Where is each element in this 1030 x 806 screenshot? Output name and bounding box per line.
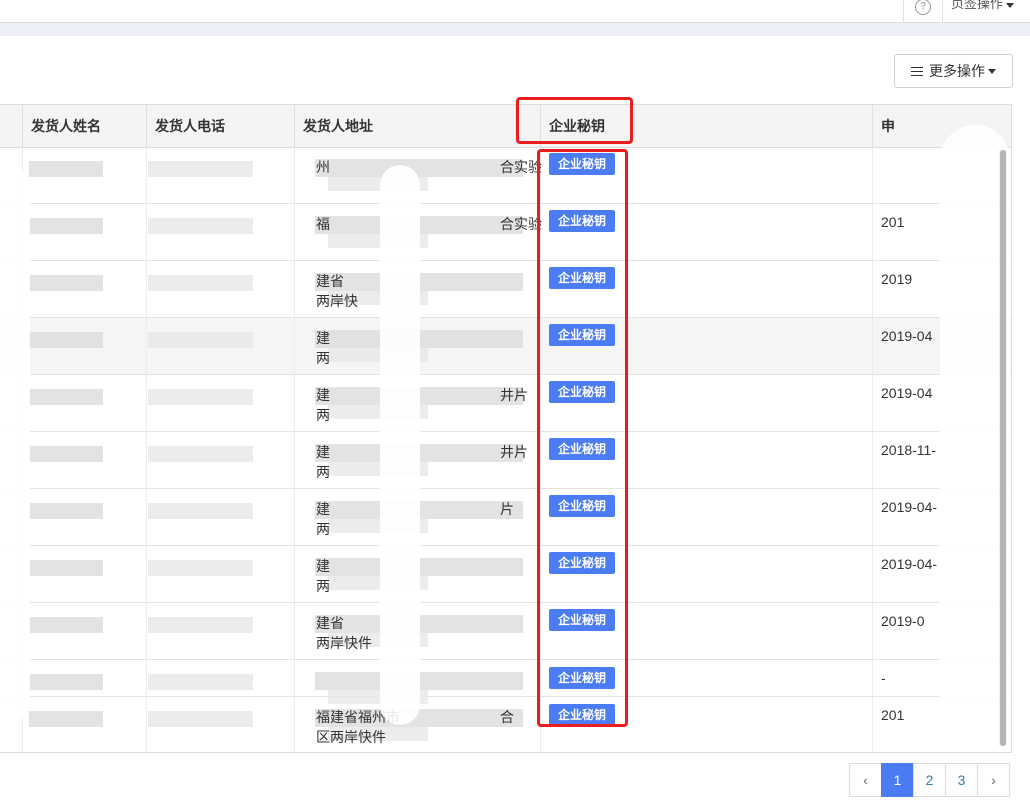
redacted-phone [148, 503, 253, 519]
table-row[interactable]: 建两 2019-04- 企业秘钥 [0, 546, 1011, 603]
table-row[interactable]: 建两 2019-04 企业秘钥 [0, 318, 1011, 375]
more-actions-label: 更多操作 [929, 63, 985, 79]
chevron-down-icon [988, 68, 996, 74]
sender-address-line1-end: 井片 [500, 444, 528, 460]
table-row[interactable]: 建省 两岸快件 2019-0 企业秘钥 [0, 603, 1011, 660]
chevron-down-icon [1006, 3, 1015, 8]
highlight-box-header [516, 97, 633, 144]
privacy-mask [380, 165, 420, 725]
apply-date: 201 [881, 214, 905, 230]
help-icon: ? [915, 0, 931, 15]
table-row[interactable]: - 企业秘钥 [0, 660, 1011, 704]
pagination-prev[interactable]: ‹ [849, 763, 882, 797]
redacted-name [29, 161, 103, 177]
redacted-phone [148, 332, 253, 348]
redacted-name [29, 446, 103, 462]
apply-date: 2019-04 [881, 328, 933, 344]
highlight-box-key-column [537, 149, 628, 727]
pagination-page-3[interactable]: 3 [945, 763, 978, 797]
table-row[interactable]: 建井片两 2018-11- 企业秘钥 [0, 432, 1011, 489]
apply-date: 2019-04- [881, 556, 938, 572]
sender-address-line2: 两 [316, 521, 330, 537]
sender-address-line2: 两岸快 [316, 293, 358, 309]
redacted-phone [148, 711, 253, 727]
sender-address-line1: 建 [316, 558, 330, 574]
table-row[interactable]: 福建省福州市合区两岸快件 201 企业秘钥 [0, 697, 1011, 752]
sender-address-line1-end: 合实验 [500, 216, 542, 232]
column-header-checkbox [0, 105, 23, 147]
sender-address-line1: 建 [316, 501, 330, 517]
page-operation-label: 页签操作 [951, 0, 1004, 11]
sender-address-line1: 建 [316, 330, 330, 346]
apply-date: 2019-04- [881, 499, 938, 515]
pagination: ‹ 1 2 3 › [849, 763, 1010, 797]
sender-address-line1-end: 合 [500, 709, 514, 725]
sender-address-line2: 两岸快件 [316, 635, 372, 651]
redacted-name [29, 332, 103, 348]
sender-address-line1: 州 [316, 159, 330, 175]
scrollbar-thumb[interactable] [1000, 150, 1006, 746]
sender-address-line1-end: 合实验 [500, 159, 542, 175]
sender-address-line2: 两 [316, 464, 330, 480]
sender-address-line1: 建 [316, 444, 330, 460]
apply-date: 2018-11- [881, 442, 937, 458]
redacted-name [29, 389, 103, 405]
sender-address-line1-end: 井片 [500, 387, 528, 403]
table-header: 发货人姓名 发货人电话 发货人地址 企业秘钥 申 [0, 105, 1011, 148]
table-scrollbar[interactable] [999, 150, 1007, 746]
redacted-name [29, 218, 103, 234]
top-bar: ? 页签操作 [0, 0, 1030, 23]
apply-date: - [881, 670, 886, 686]
table-row[interactable]: 建井片两 2019-04 企业秘钥 [0, 375, 1011, 432]
sender-address-line2: 两 [316, 350, 330, 366]
redacted-name [29, 617, 103, 633]
tab-strip [0, 23, 1030, 36]
sender-address-line1: 建 [316, 387, 330, 403]
column-header-sender-name[interactable]: 发货人姓名 [23, 105, 147, 147]
list-icon [911, 64, 923, 79]
sender-address-line1-end: 片 [500, 501, 514, 517]
redacted-phone [148, 560, 253, 576]
pagination-page-1[interactable]: 1 [881, 763, 914, 797]
table-row[interactable]: 建片两 2019-04- 企业秘钥 [0, 489, 1011, 546]
redacted-phone [148, 389, 253, 405]
redacted-name [29, 560, 103, 576]
redacted-phone [148, 446, 253, 462]
table-row[interactable]: 州合实验 企业秘钥 [0, 147, 1011, 204]
redacted-phone [148, 161, 253, 177]
data-table: 发货人姓名 发货人电话 发货人地址 企业秘钥 申 州合实验 企业秘钥福合实验 201… [0, 104, 1012, 753]
column-header-sender-address[interactable]: 发货人地址 [295, 105, 541, 147]
apply-date: 2019-0 [881, 613, 925, 629]
more-actions-button[interactable]: 更多操作 [894, 54, 1013, 88]
sender-address-line2: 区两岸快件 [316, 729, 386, 745]
table-row[interactable]: 建省 两岸快 2019 企业秘钥 [0, 261, 1011, 318]
redacted-phone [148, 218, 253, 234]
redacted-phone [148, 674, 253, 690]
apply-date: 2019-04 [881, 385, 933, 401]
help-button[interactable]: ? [903, 0, 942, 22]
sender-address-line1: 建省 [316, 273, 344, 289]
sender-address-line1: 建省 [316, 615, 344, 631]
redacted-phone [148, 275, 253, 291]
redacted-name [29, 275, 103, 291]
redacted-phone [148, 617, 253, 633]
redacted-name [29, 711, 103, 727]
apply-date: 201 [881, 707, 905, 723]
pagination-page-2[interactable]: 2 [913, 763, 946, 797]
table-row[interactable]: 福合实验 201 企业秘钥 [0, 204, 1011, 261]
redacted-name [29, 674, 103, 690]
apply-date: 2019 [881, 271, 913, 287]
redacted-address [315, 159, 523, 177]
privacy-mask [0, 165, 30, 725]
pagination-next[interactable]: › [977, 763, 1010, 797]
column-header-sender-phone[interactable]: 发货人电话 [147, 105, 295, 147]
redacted-name [29, 503, 103, 519]
sender-address-line2: 两 [316, 578, 330, 594]
sender-address-line1: 福 [316, 216, 330, 232]
page-operation-dropdown[interactable]: 页签操作 [942, 0, 1030, 22]
sender-address-line2: 两 [316, 407, 330, 423]
